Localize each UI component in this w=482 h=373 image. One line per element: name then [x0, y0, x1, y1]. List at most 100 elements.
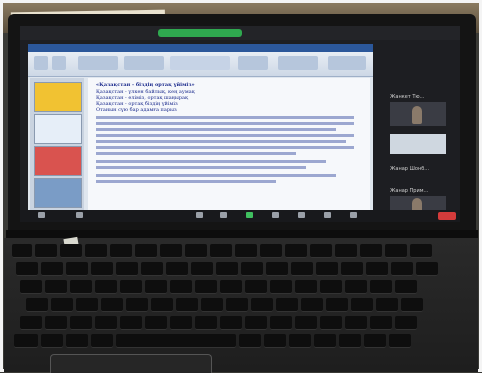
- keyboard-key[interactable]: [160, 244, 182, 258]
- keyboard-key[interactable]: [266, 262, 288, 276]
- keyboard-key[interactable]: [226, 298, 248, 312]
- keyboard-key[interactable]: [120, 316, 142, 330]
- keyboard-key[interactable]: [41, 262, 63, 276]
- keyboard-key[interactable]: [91, 262, 113, 276]
- keyboard-key[interactable]: [70, 280, 92, 294]
- keyboard-key[interactable]: [85, 244, 107, 258]
- keyboard-key[interactable]: [270, 316, 292, 330]
- keyboard-key[interactable]: [210, 244, 232, 258]
- ribbon-button[interactable]: [328, 56, 366, 70]
- end-meeting-button[interactable]: [438, 212, 456, 220]
- keyboard-key[interactable]: [120, 280, 142, 294]
- record-icon[interactable]: [272, 212, 279, 218]
- keyboard-key[interactable]: [116, 262, 138, 276]
- keyboard-key[interactable]: [170, 316, 192, 330]
- keyboard-key[interactable]: [316, 262, 338, 276]
- keyboard-key[interactable]: [45, 280, 67, 294]
- keyboard-key[interactable]: [141, 262, 163, 276]
- keyboard-key[interactable]: [341, 262, 363, 276]
- chat-icon[interactable]: [220, 212, 227, 218]
- keyboard-key[interactable]: [410, 244, 432, 258]
- more-icon[interactable]: [350, 212, 357, 218]
- keyboard-key[interactable]: [195, 280, 217, 294]
- keyboard-key[interactable]: [320, 316, 342, 330]
- keyboard-key[interactable]: [16, 262, 38, 276]
- touchpad[interactable]: [50, 354, 212, 373]
- keyboard-key[interactable]: [314, 334, 336, 348]
- participants-icon[interactable]: [196, 212, 203, 218]
- keyboard-key[interactable]: [401, 298, 423, 312]
- keyboard-key[interactable]: [195, 316, 217, 330]
- keyboard-key[interactable]: [170, 280, 192, 294]
- keyboard-key[interactable]: [220, 316, 242, 330]
- keyboard-key[interactable]: [239, 334, 261, 348]
- keyboard-key[interactable]: [364, 334, 386, 348]
- keyboard-key[interactable]: [270, 280, 292, 294]
- keyboard-key[interactable]: [310, 244, 332, 258]
- keyboard-key[interactable]: [60, 244, 82, 258]
- keyboard-key[interactable]: [220, 280, 242, 294]
- keyboard-key[interactable]: [264, 334, 286, 348]
- ribbon-styles-group[interactable]: [170, 56, 230, 70]
- keyboard-key[interactable]: [285, 244, 307, 258]
- keyboard-key[interactable]: [66, 262, 88, 276]
- keyboard-key[interactable]: [201, 298, 223, 312]
- ribbon-button[interactable]: [278, 56, 318, 70]
- keyboard-key[interactable]: [41, 334, 63, 348]
- keyboard-key[interactable]: [295, 280, 317, 294]
- slide-thumbnail[interactable]: [34, 146, 82, 176]
- keyboard-key[interactable]: [241, 262, 263, 276]
- keyboard-key[interactable]: [135, 244, 157, 258]
- keyboard-key[interactable]: [326, 298, 348, 312]
- keyboard-key[interactable]: [251, 298, 273, 312]
- video-camera-icon[interactable]: [76, 212, 83, 218]
- keyboard-key[interactable]: [291, 262, 313, 276]
- slide-thumbnail[interactable]: [34, 114, 82, 144]
- reactions-icon[interactable]: [298, 212, 305, 218]
- keyboard-key[interactable]: [20, 316, 42, 330]
- keyboard-key[interactable]: [245, 316, 267, 330]
- keyboard-key[interactable]: [95, 280, 117, 294]
- keyboard-key[interactable]: [66, 334, 88, 348]
- keyboard-key[interactable]: [235, 244, 257, 258]
- keyboard-key[interactable]: [366, 262, 388, 276]
- keyboard-key[interactable]: [245, 280, 267, 294]
- keyboard-key[interactable]: [276, 298, 298, 312]
- keyboard-key[interactable]: [370, 316, 392, 330]
- keyboard-key[interactable]: [145, 280, 167, 294]
- keyboard-key[interactable]: [151, 298, 173, 312]
- ribbon-paragraph-group[interactable]: [124, 56, 164, 70]
- keyboard-key[interactable]: [26, 298, 48, 312]
- keyboard-key[interactable]: [12, 244, 32, 258]
- keyboard-key[interactable]: [335, 244, 357, 258]
- keyboard-key[interactable]: [185, 244, 207, 258]
- keyboard-key[interactable]: [416, 262, 438, 276]
- ribbon-button[interactable]: [52, 56, 66, 70]
- ribbon-button[interactable]: [238, 56, 268, 70]
- share-screen-icon[interactable]: [246, 212, 253, 218]
- keyboard-key[interactable]: [360, 244, 382, 258]
- apps-icon[interactable]: [324, 212, 331, 218]
- keyboard-key[interactable]: [126, 298, 148, 312]
- slide-thumbnail[interactable]: [34, 82, 82, 112]
- keyboard-key[interactable]: [95, 316, 117, 330]
- keyboard-key[interactable]: [110, 244, 132, 258]
- ribbon-button[interactable]: [34, 56, 48, 70]
- slide-thumbnail[interactable]: [34, 178, 82, 208]
- keyboard-key[interactable]: [76, 298, 98, 312]
- participant-video[interactable]: [390, 102, 446, 126]
- keyboard-key[interactable]: [301, 298, 323, 312]
- keyboard-key[interactable]: [345, 316, 367, 330]
- keyboard-key[interactable]: [370, 280, 392, 294]
- keyboard-key[interactable]: [216, 262, 238, 276]
- keyboard-key[interactable]: [376, 298, 398, 312]
- microphone-icon[interactable]: [38, 212, 45, 218]
- keyboard-key[interactable]: [70, 316, 92, 330]
- keyboard-key[interactable]: [389, 334, 411, 348]
- keyboard-key[interactable]: [91, 334, 113, 348]
- keyboard-key[interactable]: [385, 244, 407, 258]
- space-bar[interactable]: [116, 334, 236, 348]
- keyboard-key[interactable]: [395, 316, 417, 330]
- slide-canvas[interactable]: «Қазақстан - біздің ортақ үйіміз» Қазақс…: [88, 78, 370, 212]
- keyboard-key[interactable]: [51, 298, 73, 312]
